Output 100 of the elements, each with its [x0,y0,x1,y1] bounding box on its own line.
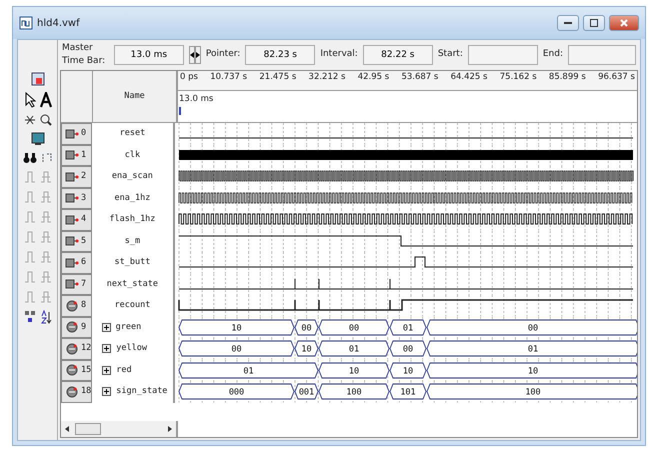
signal-row-header[interactable]: 9 [61,316,92,338]
signal-index: 1 [81,148,86,162]
signal-name: clk [124,148,140,162]
time-tick-label: 96.637 s [598,71,635,84]
bus-value: 00 [528,323,538,333]
signal-row-header[interactable]: 12 [61,338,92,360]
time-tick-label: 85.899 s [548,71,586,84]
signal-row-header[interactable]: 3 [61,188,92,209]
sort-icon[interactable] [24,310,36,324]
master-time-marker[interactable] [179,107,182,115]
signal-index: 8 [81,299,86,312]
step-left-button[interactable] [188,46,195,64]
signal-name: sign_state [116,385,168,398]
bus-value: 00 [301,323,312,333]
field-label: Master Time Bar: [62,42,106,68]
waveform-tool-icon[interactable] [24,114,36,126]
output-pin-icon [65,364,79,376]
binoculars-icon[interactable] [22,152,36,164]
bus-value: 00 [348,323,360,333]
signal-name: reset [120,127,146,140]
bus-value: 100 [346,388,362,398]
scroll-right-icon[interactable] [168,426,172,432]
input-pin-icon [65,214,79,226]
signal-name: yellow [116,342,147,356]
time-tick-label: 64.425 s [450,71,488,84]
signal-row-header[interactable]: 5 [61,230,92,252]
pointer-field[interactable]: 82.23 s [245,45,316,65]
output-pin-icon [65,321,79,334]
time-tick-label: 42.95 s [358,71,390,84]
bus-value: 00 [231,344,242,354]
zoom-icon[interactable] [40,114,52,126]
expand-icon[interactable] [102,387,112,396]
output-pin-icon [65,300,79,312]
expand-icon[interactable] [102,344,112,354]
input-pin-icon [65,256,79,269]
signal-row-header[interactable]: 2 [61,166,92,188]
master-time-field[interactable]: 13.0 ms [114,45,184,65]
text-tool-icon[interactable] [40,92,52,108]
waveform-tool-icon[interactable] [40,152,52,164]
bus-value: 000 [228,388,244,398]
bus-value: 00 [402,344,414,354]
signal-row-header[interactable]: 15 [61,360,92,381]
interval-field[interactable]: 82.22 s [362,45,433,65]
save-waveform-icon[interactable] [30,72,44,86]
start-field[interactable] [468,45,538,65]
bus-value: 01 [402,323,414,333]
input-pin-icon [65,235,79,248]
time-tick-label: 10.737 s [210,71,248,84]
signal-row-header[interactable]: 7 [61,274,92,295]
time-tick-label: 53.687 s [401,71,438,84]
monitor-icon[interactable] [30,132,44,146]
signal-name: green [116,320,142,334]
signal-index: 4 [81,213,86,226]
signal-name: ena_1hz [114,192,150,205]
minimize-button[interactable] [557,15,579,31]
time-tick-label: 32.212 s [308,71,346,84]
signal-name: st_butt [114,256,150,270]
expand-icon[interactable] [102,366,112,375]
signal-row-header[interactable]: 6 [61,252,92,274]
signal-row-header[interactable]: 8 [61,295,92,316]
signal-index: 9 [81,320,86,334]
scroll-left-icon[interactable] [65,426,69,432]
close-icon [620,19,628,27]
signal-name: flash_1hz [109,213,156,226]
signal-row-header[interactable]: 18 [61,381,92,402]
signal-row-header[interactable]: 1 [61,144,92,166]
window-title: hld4.vwf [37,16,80,30]
file-icon [19,16,33,30]
maximize-icon [590,19,598,27]
input-pin-icon [65,278,79,290]
bus-value: 001 [298,388,314,398]
right-arrow-icon [196,52,200,58]
signal-row-header[interactable]: 0 [61,123,92,144]
time-tick-label: 21.475 s [259,71,296,84]
signal-name: next_state [106,278,158,291]
output-pin-icon [65,342,79,355]
bus-value: 10 [402,366,414,376]
field-label: Start: [438,48,463,62]
bus-value: 01 [528,344,538,354]
close-button[interactable] [609,15,639,31]
bus-value: 100 [525,388,541,398]
signal-index: 7 [81,278,86,291]
input-pin-icon [65,192,79,204]
expand-icon[interactable] [102,322,111,332]
bus-value: 01 [243,366,254,376]
signal-index: 2 [81,170,86,184]
signal-index: 15 [81,364,92,377]
input-pin-icon [65,128,79,140]
pointer-icon[interactable] [24,92,36,108]
field-label: End: [542,48,563,62]
bus-value: 10 [348,366,360,376]
horizontal-scrollbar[interactable] [61,421,178,437]
time-tick-label: 0 ps [180,71,198,84]
signal-row-header[interactable]: 4 [61,209,92,230]
end-field[interactable] [568,45,636,65]
scroll-thumb[interactable] [75,423,101,435]
maximize-button[interactable] [583,15,605,31]
signal-index: 18 [81,385,92,398]
sort-alpha-icon[interactable] [40,310,52,324]
signal-name: recount [114,299,150,312]
